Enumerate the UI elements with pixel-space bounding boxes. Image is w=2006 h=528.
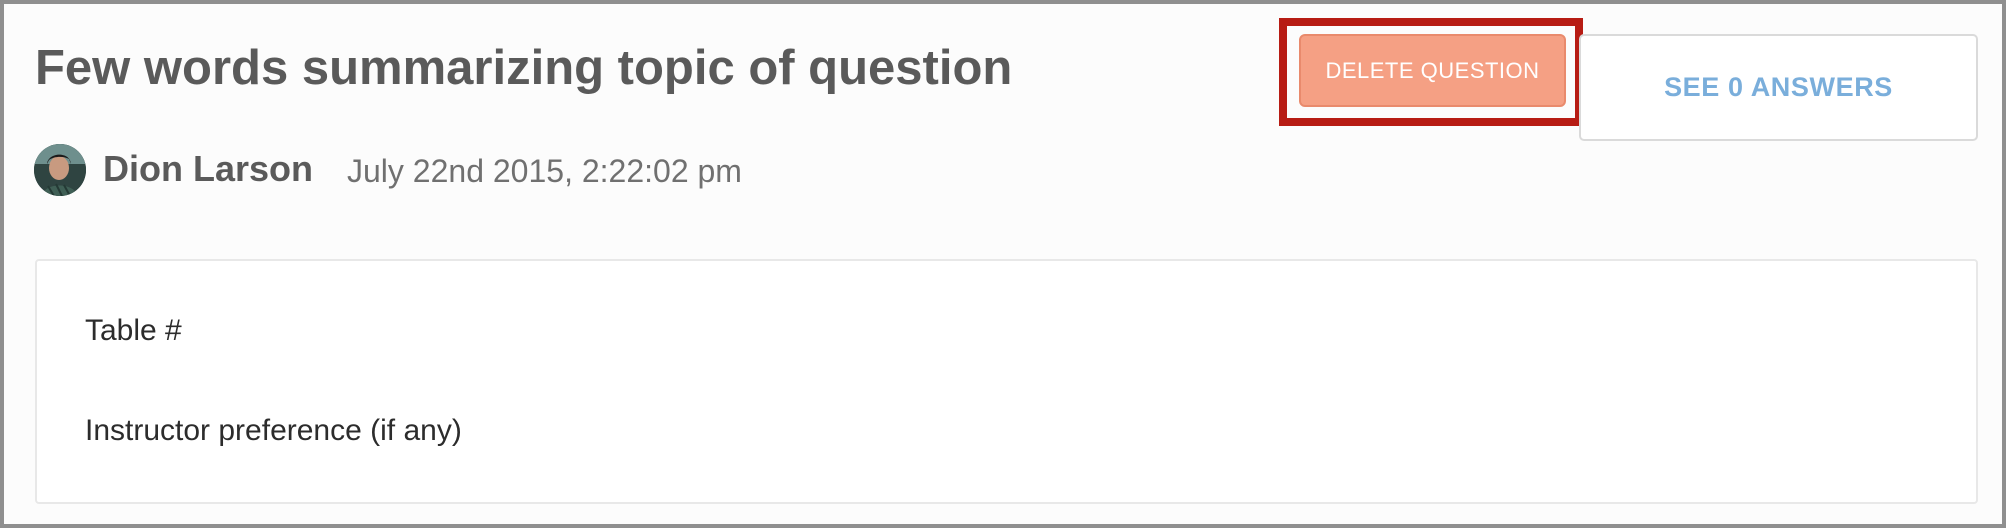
author-name[interactable]: Dion Larson — [103, 146, 313, 192]
body-line-instructor-preference: Instructor preference (if any) — [85, 414, 462, 447]
body-line-table-number: Table # — [85, 314, 182, 347]
question-panel: Few words summarizing topic of question … — [0, 0, 2006, 528]
post-timestamp: July 22nd 2015, 2:22:02 pm — [347, 153, 742, 189]
delete-question-button[interactable]: DELETE QUESTION — [1299, 34, 1566, 107]
question-title: Few words summarizing topic of question — [35, 41, 1013, 95]
see-answers-button[interactable]: SEE 0 ANSWERS — [1579, 34, 1978, 141]
question-body: Table # Instructor preference (if any) — [35, 259, 1978, 504]
avatar-icon — [34, 144, 86, 196]
author-avatar — [34, 144, 86, 196]
